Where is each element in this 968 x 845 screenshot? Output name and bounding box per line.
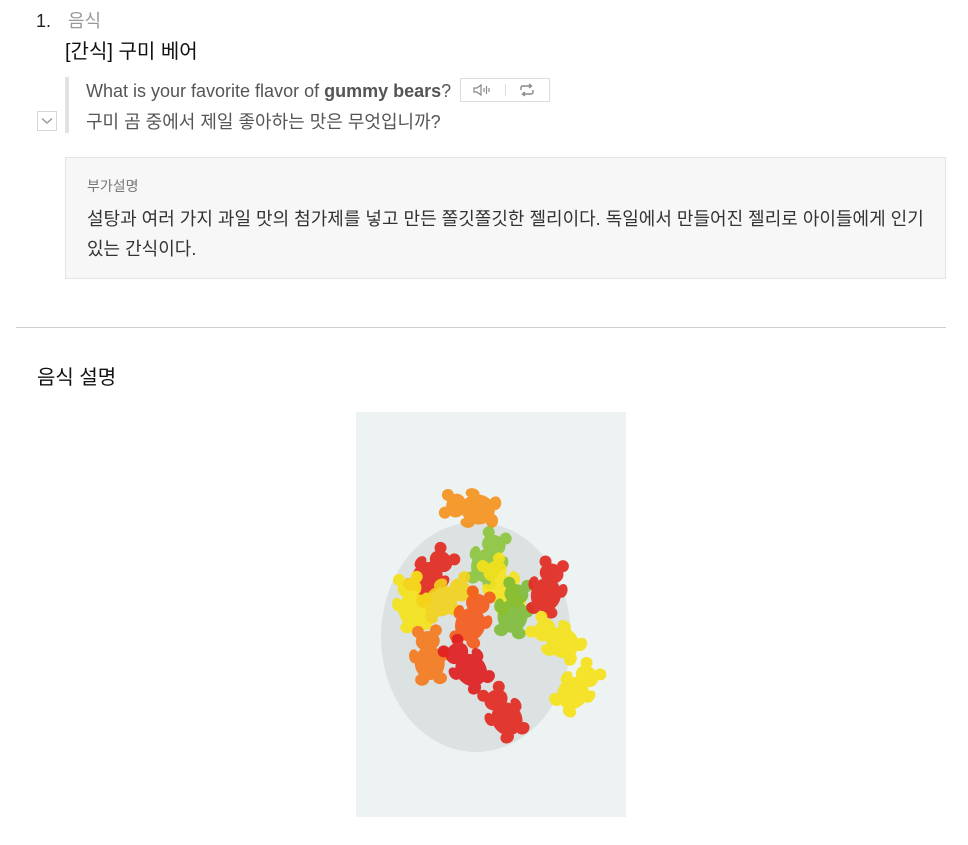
note-label: 부가설명: [87, 178, 139, 194]
example-en-end: ?: [441, 81, 452, 101]
audio-controls: [460, 78, 551, 103]
chevron-down-icon: [41, 117, 53, 125]
repeat-icon: [520, 83, 535, 97]
section-title: 음식 설명: [37, 367, 117, 389]
example-en-highlight: gummy bears: [324, 81, 442, 101]
repeat-audio-button[interactable]: [506, 79, 550, 101]
example-quote-bar: [65, 77, 69, 133]
entry-number: 1.: [36, 11, 52, 31]
section-divider: [16, 327, 946, 328]
entry-headword: [간식] 구미 베어: [65, 41, 198, 63]
example-sentence-en: What is your favorite flavor of gummy be…: [86, 78, 551, 104]
gummy-bears-photo: [356, 412, 626, 817]
example-en-text: What is your favorite flavor of: [86, 81, 325, 101]
additional-explanation-box: 부가설명 설탕과 여러 가지 과일 맛의 첨가제를 넣고 만든 쫄깃쫄깃한 젤리…: [65, 157, 946, 279]
example-sentence-ko: 구미 곰 중에서 제일 좋아하는 맛은 무엇입니까?: [86, 112, 441, 132]
example-block: What is your favorite flavor of gummy be…: [37, 77, 925, 133]
entry-category: 음식: [68, 11, 102, 31]
gummy-bears-illustration: [356, 412, 626, 817]
speaker-icon: [473, 84, 490, 97]
note-text: 설탕과 여러 가지 과일 맛의 첨가제를 넣고 만든 쫄깃쫄깃한 젤리이다. 독…: [87, 209, 924, 259]
example-expand-button[interactable]: [37, 111, 57, 131]
play-audio-button[interactable]: [461, 79, 505, 101]
